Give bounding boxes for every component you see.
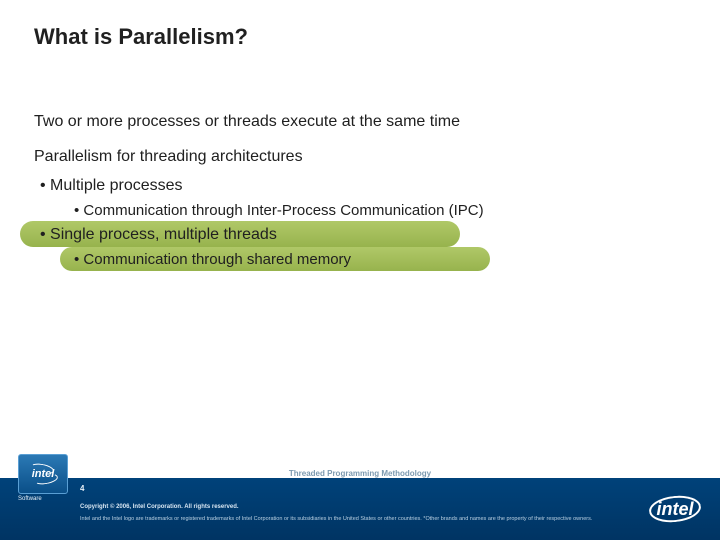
body-content: Two or more processes or threads execute… (34, 110, 686, 272)
intro-line-1: Two or more processes or threads execute… (34, 110, 686, 133)
bullet-threads: Single process, multiple threads (40, 223, 686, 246)
slide: What is Parallelism? Two or more process… (0, 0, 720, 540)
intel-mini-logo-icon: intel (32, 468, 55, 480)
bullet-processes: Multiple processes (40, 174, 686, 197)
course-title: Threaded Programming Methodology (0, 469, 720, 478)
intel-logo: intel (648, 490, 702, 528)
bullet-threads-label: Single process, multiple threads (50, 226, 277, 243)
bullet-shared-memory: Communication through shared memory (74, 249, 686, 271)
intel-logo-text: intel (656, 499, 693, 520)
bullet-ipc: Communication through Inter-Process Comm… (74, 200, 686, 222)
bullet-shared-memory-label: Communication through shared memory (83, 251, 351, 268)
intel-software-badge: intel (18, 454, 68, 494)
page-title: What is Parallelism? (34, 24, 248, 50)
highlight-group: Single process, multiple threads Communi… (34, 223, 686, 270)
disclaimer-text: Intel and the Intel logo are trademarks … (80, 516, 660, 522)
footer-bar: intel Software 4 Copyright © 2006, Intel… (0, 478, 720, 540)
slide-number: 4 (80, 484, 84, 493)
intro-line-2: Parallelism for threading architectures (34, 145, 686, 168)
badge-subtitle: Software (18, 496, 42, 502)
copyright-text: Copyright © 2006, Intel Corporation. All… (80, 504, 239, 510)
